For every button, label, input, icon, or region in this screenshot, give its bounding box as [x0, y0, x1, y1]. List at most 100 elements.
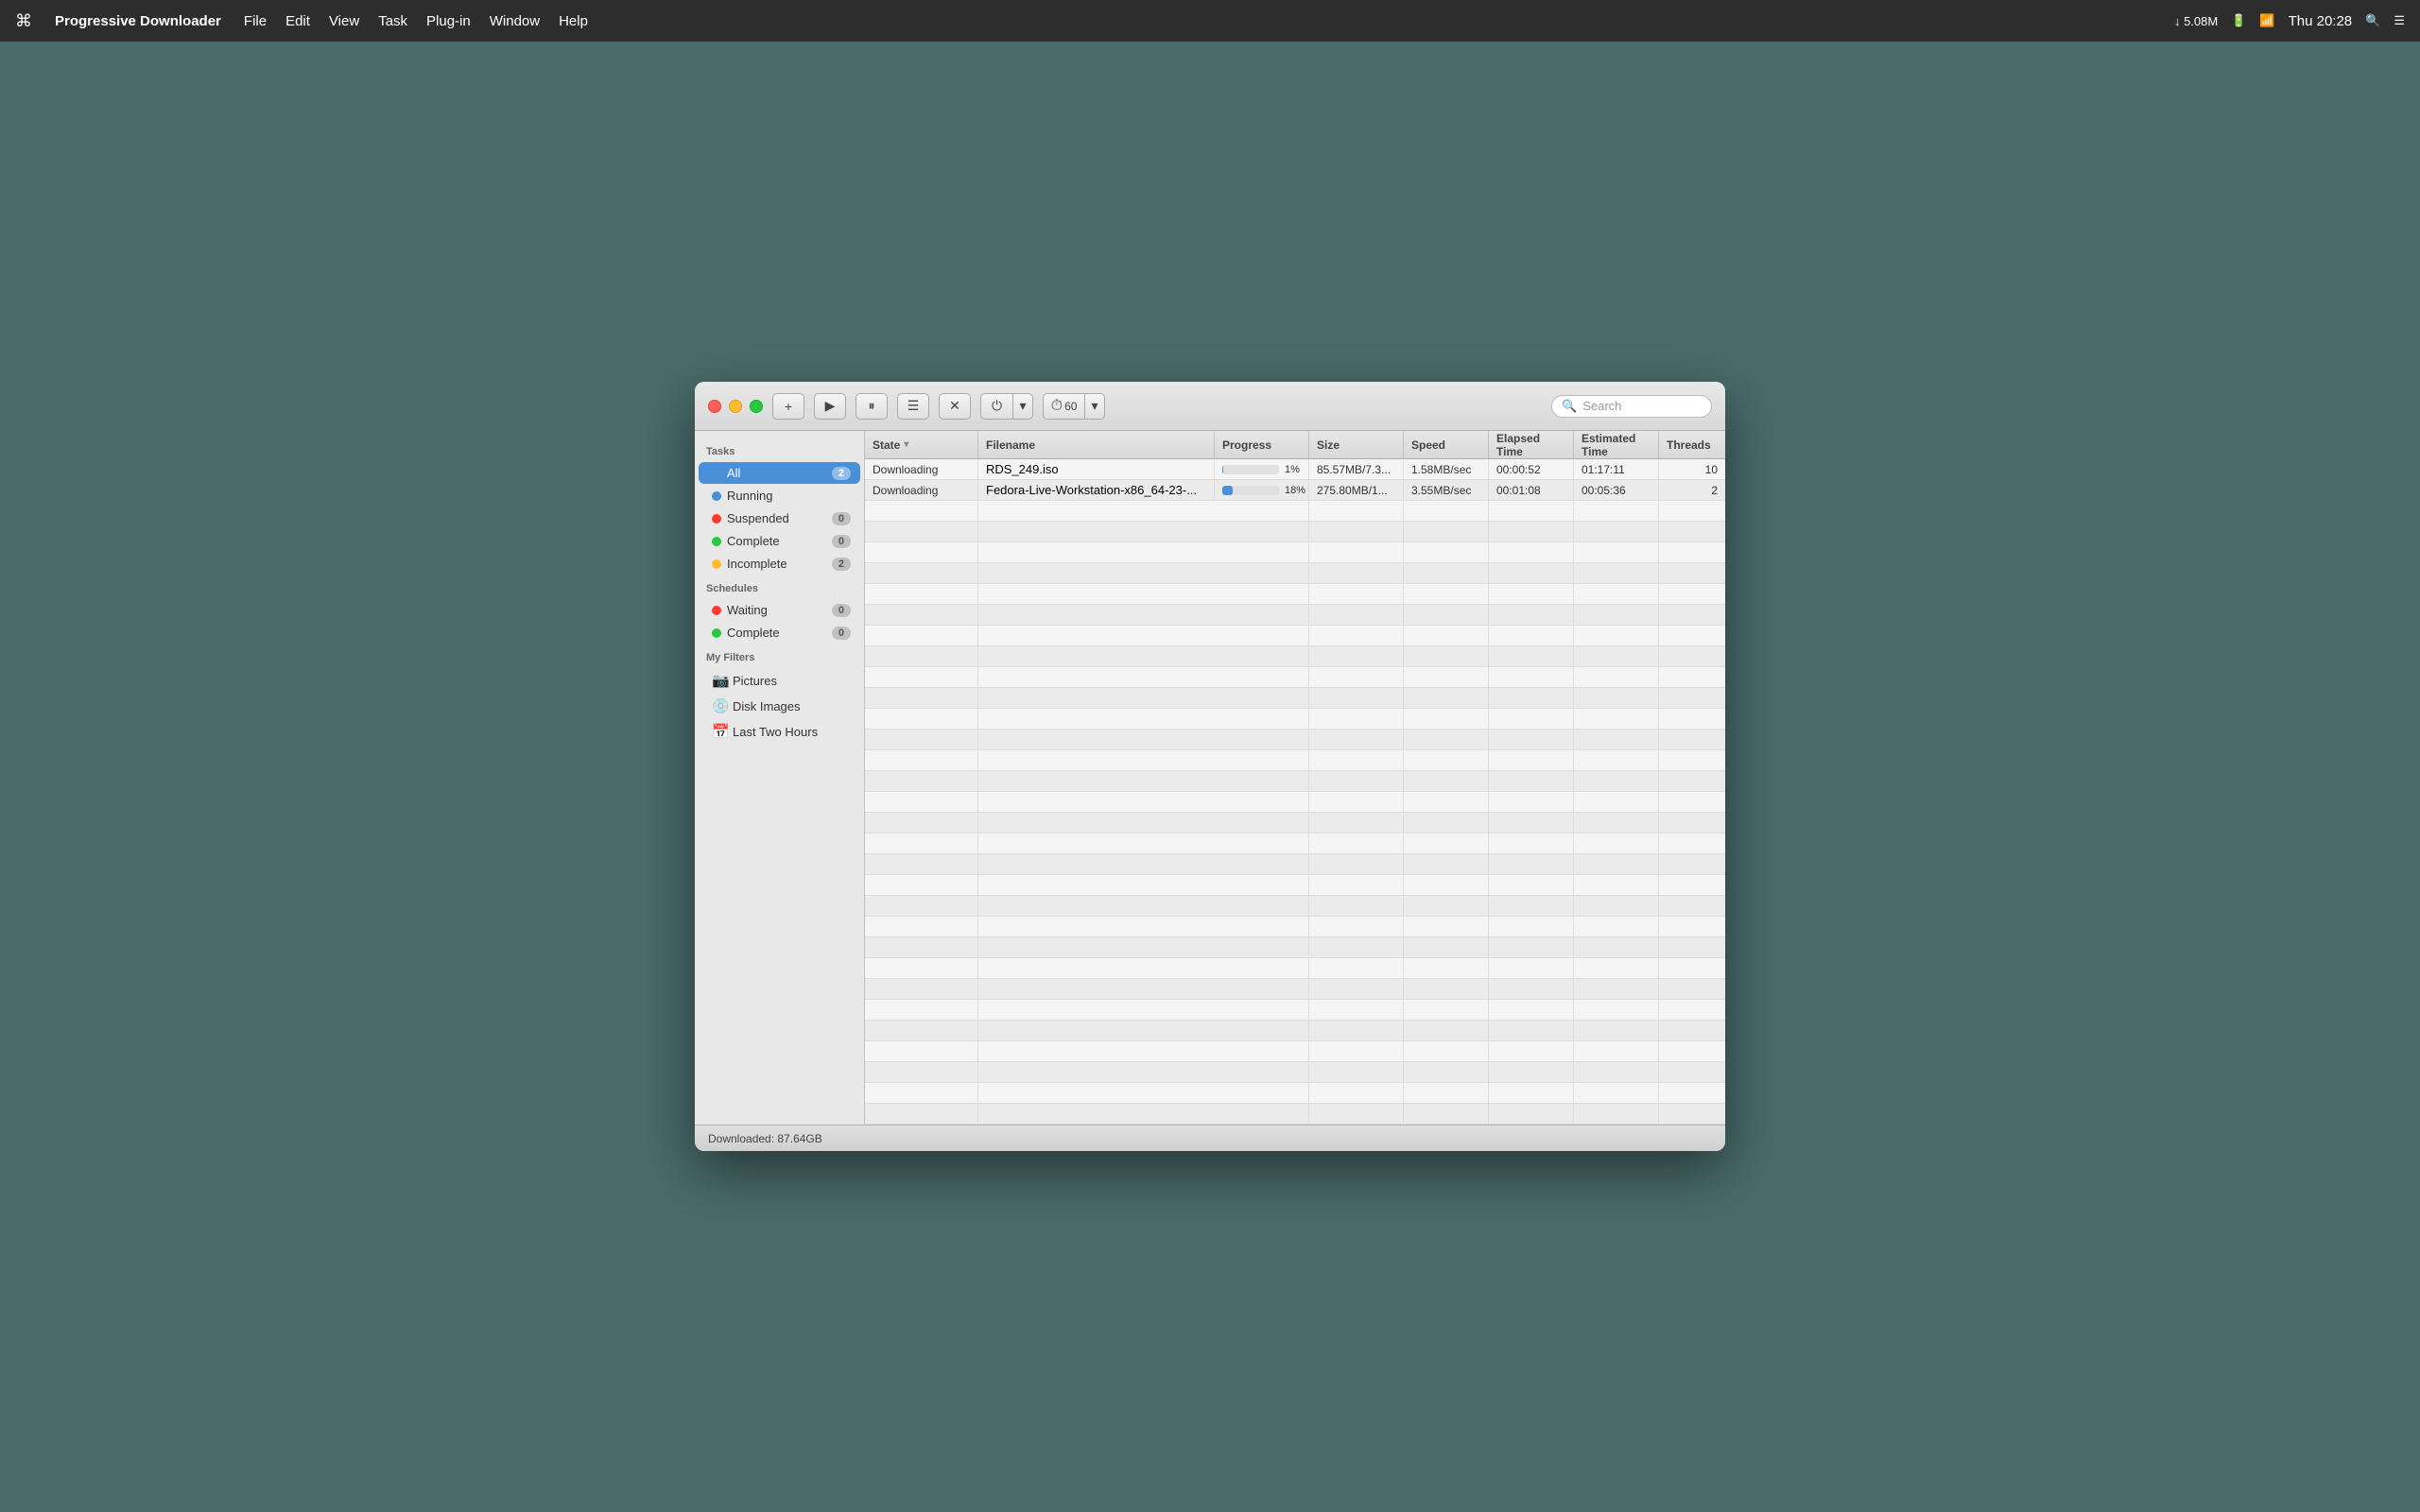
close-task-button[interactable]: ✕ — [939, 393, 971, 420]
td-size-empty — [1309, 917, 1404, 936]
content-area: Tasks All 2 Running Suspended 0 Complete… — [695, 431, 1725, 1125]
pause-button[interactable]: ⏸ — [856, 393, 888, 420]
search-box[interactable]: 🔍 — [1551, 395, 1712, 418]
sidebar-item-suspended-label: Suspended — [727, 511, 826, 525]
titlebar: + ▶ ⏸ ☰ ✕ ⏻ ▾ ⏱ 60 ▾ 🔍 — [695, 382, 1725, 431]
td-speed-empty — [1404, 1021, 1489, 1040]
td-threads: 10 — [1659, 459, 1725, 479]
sidebar-item-last-two-hours[interactable]: 📅 Last Two Hours — [699, 719, 860, 744]
td-estimated-empty — [1574, 626, 1659, 645]
timer-dropdown[interactable]: ▾ — [1084, 393, 1105, 420]
menu-edit[interactable]: Edit — [285, 13, 310, 29]
progress-bar-fill — [1222, 486, 1233, 495]
td-elapsed-empty — [1489, 688, 1574, 708]
th-speed[interactable]: Speed — [1404, 431, 1489, 458]
th-progress[interactable]: Progress — [1215, 431, 1309, 458]
incomplete-badge: 2 — [832, 558, 851, 571]
sidebar-item-suspended[interactable]: Suspended 0 — [699, 507, 860, 529]
th-filename[interactable]: Filename — [978, 431, 1215, 458]
search-icon: 🔍 — [1562, 399, 1577, 414]
td-threads-empty — [1659, 605, 1725, 625]
td-speed-empty — [1404, 688, 1489, 708]
td-estimated: 01:17:11 — [1574, 459, 1659, 479]
td-progress-empty — [1215, 1000, 1309, 1020]
sidebar-item-disk-images[interactable]: 💿 Disk Images — [699, 694, 860, 718]
td-threads-empty — [1659, 833, 1725, 853]
th-estimated[interactable]: Estimated Time — [1574, 431, 1659, 458]
th-elapsed[interactable]: Elapsed Time — [1489, 431, 1574, 458]
timer-button[interactable]: ⏱ 60 — [1043, 393, 1084, 420]
th-threads[interactable]: Threads — [1659, 431, 1725, 458]
td-progress-empty — [1215, 646, 1309, 666]
td-size-empty — [1309, 958, 1404, 978]
power-dropdown[interactable]: ▾ — [1012, 393, 1033, 420]
td-size-empty — [1309, 1000, 1404, 1020]
progress-text: 1% — [1285, 464, 1300, 475]
td-size-empty — [1309, 792, 1404, 812]
td-state-empty — [865, 833, 978, 853]
td-elapsed-empty — [1489, 584, 1574, 604]
th-size[interactable]: Size — [1309, 431, 1404, 458]
sidebar-item-sched-complete[interactable]: Complete 0 — [699, 622, 860, 644]
td-threads-empty — [1659, 542, 1725, 562]
sidebar-item-pictures[interactable]: 📷 Pictures — [699, 668, 860, 693]
sidebar-item-all-label: All — [727, 466, 826, 480]
table-row-empty — [865, 501, 1725, 522]
menu-help[interactable]: Help — [559, 13, 588, 29]
td-size-empty — [1309, 501, 1404, 521]
close-button[interactable] — [708, 400, 721, 413]
play-button[interactable]: ▶ — [814, 393, 846, 420]
search-input[interactable] — [1582, 399, 1696, 413]
apple-menu[interactable]: ⌘ — [15, 11, 32, 31]
menu-window[interactable]: Window — [490, 13, 540, 29]
search-menubar-icon[interactable]: 🔍 — [2365, 13, 2380, 28]
td-threads-empty — [1659, 979, 1725, 999]
td-estimated-empty — [1574, 501, 1659, 521]
minimize-button[interactable] — [729, 400, 742, 413]
sidebar-item-running[interactable]: Running — [699, 485, 860, 507]
td-elapsed-empty — [1489, 522, 1574, 541]
td-estimated-empty — [1574, 667, 1659, 687]
td-speed-empty — [1404, 833, 1489, 853]
td-progress-empty — [1215, 875, 1309, 895]
power-button[interactable]: ⏻ — [980, 393, 1012, 420]
sidebar-item-complete-label: Complete — [727, 534, 826, 548]
sidebar-item-waiting[interactable]: Waiting 0 — [699, 599, 860, 621]
td-elapsed-empty — [1489, 709, 1574, 729]
sidebar-item-all[interactable]: All 2 — [699, 462, 860, 484]
control-strip-icon[interactable]: ☰ — [2394, 13, 2405, 28]
td-elapsed-empty — [1489, 563, 1574, 583]
td-estimated-empty — [1574, 605, 1659, 625]
timer-icon: ⏱ — [1051, 398, 1063, 415]
td-threads-empty — [1659, 563, 1725, 583]
table-row[interactable]: Downloading RDS_249.iso 1% 85.57MB/7.3..… — [865, 459, 1725, 480]
menu-file[interactable]: File — [244, 13, 267, 29]
td-threads-empty — [1659, 958, 1725, 978]
menu-plugin[interactable]: Plug-in — [426, 13, 471, 29]
td-progress-empty — [1215, 854, 1309, 874]
menu-task[interactable]: Task — [378, 13, 407, 29]
td-estimated-empty — [1574, 896, 1659, 916]
td-progress: 18% — [1215, 480, 1309, 500]
td-threads-empty — [1659, 917, 1725, 936]
sidebar-item-incomplete[interactable]: Incomplete 2 — [699, 553, 860, 575]
add-button[interactable]: + — [772, 393, 804, 420]
table-row-empty — [865, 1021, 1725, 1041]
sidebar-item-complete[interactable]: Complete 0 — [699, 530, 860, 552]
th-state[interactable]: State ▾ — [865, 431, 978, 458]
td-size-empty — [1309, 605, 1404, 625]
td-estimated-empty — [1574, 854, 1659, 874]
td-speed-empty — [1404, 896, 1489, 916]
all-dot — [712, 469, 721, 478]
app-name[interactable]: Progressive Downloader — [55, 13, 221, 29]
menu-view[interactable]: View — [329, 13, 359, 29]
table-row[interactable]: Downloading Fedora-Live-Workstation-x86_… — [865, 480, 1725, 501]
list-button[interactable]: ☰ — [897, 393, 929, 420]
sidebar-item-pictures-label: Pictures — [733, 674, 851, 688]
td-state-empty — [865, 730, 978, 749]
td-speed-empty — [1404, 584, 1489, 604]
td-state-empty — [865, 896, 978, 916]
td-size-empty — [1309, 709, 1404, 729]
maximize-button[interactable] — [750, 400, 763, 413]
td-estimated-empty — [1574, 1021, 1659, 1040]
